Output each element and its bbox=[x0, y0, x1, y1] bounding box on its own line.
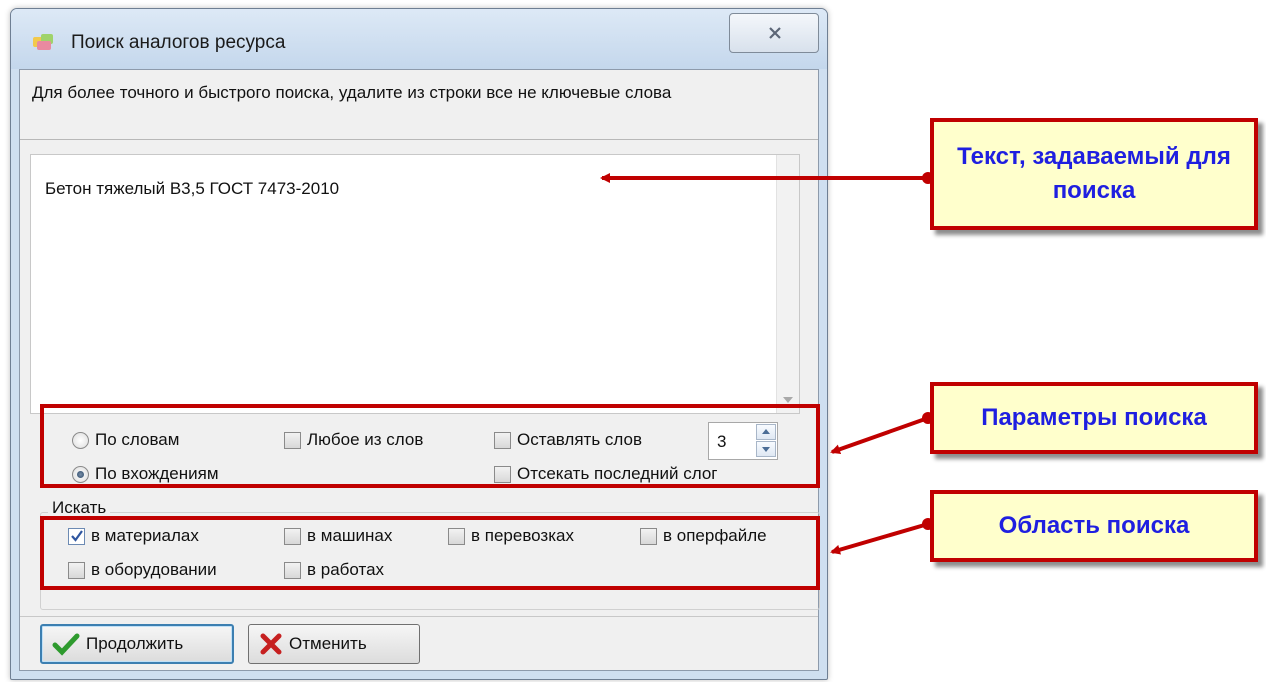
arrow-search-area bbox=[830, 522, 929, 555]
annotation-arrows bbox=[600, 172, 934, 555]
callout-search-area: Область поиска bbox=[930, 490, 1258, 562]
callout-search-text: Текст, задаваемый для поиска bbox=[930, 118, 1258, 230]
callout-search-text-label: Текст, задаваемый для поиска bbox=[957, 143, 1231, 204]
callout-search-area-label: Область поиска bbox=[998, 512, 1190, 539]
arrow-search-params bbox=[830, 416, 929, 455]
callout-search-params-label: Параметры поиска bbox=[981, 404, 1207, 431]
callout-search-params: Параметры поиска bbox=[930, 382, 1258, 454]
